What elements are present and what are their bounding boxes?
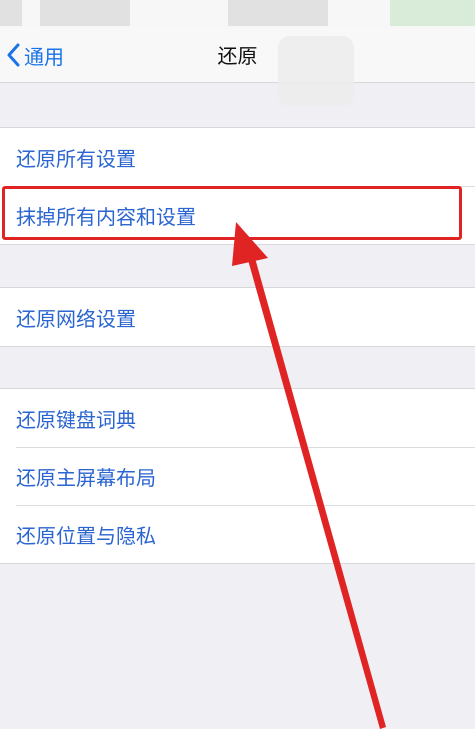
reset-settings-screen: 通用 还原 还原所有设置 抹掉所有内容和设置 还原网络设置 还原键盘词典 还原主… xyxy=(0,0,475,729)
list-item-label: 抹掉所有内容和设置 xyxy=(16,204,196,229)
page-title: 还原 xyxy=(217,44,258,68)
list-item-label: 还原网络设置 xyxy=(16,306,136,331)
blurred-status-block xyxy=(0,0,22,26)
reset-keyboard-dictionary-item[interactable]: 还原键盘词典 xyxy=(0,389,475,447)
reset-group-2: 还原网络设置 xyxy=(0,287,475,347)
reset-all-settings-item[interactable]: 还原所有设置 xyxy=(0,128,475,186)
red-arrow-annotation xyxy=(232,222,386,729)
list-item-label: 还原主屏幕布局 xyxy=(16,465,156,490)
reset-home-screen-layout-item[interactable]: 还原主屏幕布局 xyxy=(0,447,475,505)
reset-group-1: 还原所有设置 抹掉所有内容和设置 xyxy=(0,127,475,245)
blurred-status-block xyxy=(390,0,475,26)
blurred-status-block xyxy=(40,0,130,26)
list-item-label: 还原位置与隐私 xyxy=(16,523,156,548)
list-item-label: 还原键盘词典 xyxy=(16,407,136,432)
reset-location-privacy-item[interactable]: 还原位置与隐私 xyxy=(0,505,475,563)
erase-all-content-item[interactable]: 抹掉所有内容和设置 xyxy=(0,186,475,244)
blurred-status-block xyxy=(228,0,328,26)
list-item-label: 还原所有设置 xyxy=(16,146,136,171)
status-bar xyxy=(0,0,475,30)
reset-network-settings-item[interactable]: 还原网络设置 xyxy=(0,288,475,346)
navigation-bar: 通用 还原 xyxy=(0,28,475,106)
reset-group-3: 还原键盘词典 还原主屏幕布局 还原位置与隐私 xyxy=(0,388,475,564)
